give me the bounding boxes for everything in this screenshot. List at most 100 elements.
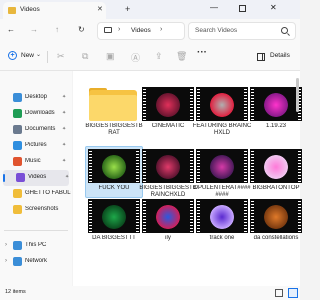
rename-icon[interactable]: Ⓐ	[131, 51, 140, 64]
details-pane-icon	[257, 53, 265, 61]
video-file-item[interactable]: BIGBRATONTOP	[249, 145, 303, 201]
tab-videos[interactable]: Videos ✕	[3, 2, 106, 19]
address-bar[interactable]: › Videos ›	[97, 22, 185, 40]
video-file-item[interactable]: BIGGESTBIGGESTBRAINCHXLD	[139, 145, 197, 201]
video-file-item[interactable]: FEATURING BRAINCHXLD	[192, 83, 252, 139]
breadcrumb-videos[interactable]: Videos	[131, 27, 151, 34]
pin-icon: ✦	[62, 126, 67, 132]
network-icon	[13, 257, 22, 266]
file-name: FEATURING BRAINCHXLD	[192, 123, 252, 136]
sidebar-item-videos[interactable]: Videos ✦	[3, 170, 69, 186]
breadcrumb-separator[interactable]: ›	[160, 26, 162, 33]
details-button[interactable]: Details	[253, 49, 298, 65]
new-tab-button[interactable]: +	[125, 4, 130, 14]
new-button[interactable]: + New ⌄	[3, 49, 47, 65]
maximize-button[interactable]	[239, 5, 246, 12]
thumbnail-figure	[264, 205, 288, 229]
sidebar-divider	[4, 230, 68, 231]
sidebar-item-ghetto-fabulo[interactable]: GHETTO FABULO	[0, 186, 72, 202]
back-button[interactable]: ←	[7, 25, 15, 34]
navigation-pane: Desktop ✦ Downloads ✦ Documents ✦ Pictures ✦ Mus…	[0, 71, 72, 286]
vertical-scrollbar[interactable]	[296, 78, 299, 112]
music-icon	[13, 157, 22, 166]
video-file-item[interactable]: da constellations	[249, 195, 303, 251]
thumbnail-figure	[156, 93, 180, 117]
sidebar-item-documents[interactable]: Documents ✦	[0, 122, 72, 138]
video-file-item[interactable]: DA BIGGESTTT	[87, 195, 141, 251]
computer-icon	[104, 27, 112, 33]
chevron-right-icon[interactable]: ›	[5, 242, 7, 248]
thumbnail-figure	[264, 155, 288, 179]
file-name: DA BIGGESTTT	[92, 235, 136, 241]
search-input[interactable]: Search Videos	[188, 22, 296, 40]
video-file-item[interactable]: CINEMATIC	[141, 83, 195, 139]
thumbnail-figure	[210, 93, 234, 117]
thumbnail-figure	[156, 205, 180, 229]
sidebar-item-network[interactable]: › Network	[0, 254, 72, 270]
folder-icon	[13, 205, 22, 214]
thumbnail-figure	[210, 155, 234, 179]
file-name: CINEMATIC	[151, 123, 185, 129]
toolbar-divider	[47, 51, 48, 63]
sidebar-item-desktop[interactable]: Desktop ✦	[0, 90, 72, 106]
file-name: ily	[165, 235, 171, 241]
file-name: da constellations	[253, 235, 299, 241]
copy-icon[interactable]: ⧉	[82, 51, 88, 62]
sidebar-item-label: Screenshots	[25, 206, 59, 212]
video-file-item[interactable]: ily	[141, 195, 195, 251]
sidebar-item-label: This PC	[25, 242, 47, 248]
more-options-button[interactable]: ···	[197, 47, 207, 58]
sidebar-item-label: Videos	[28, 174, 47, 180]
new-label: New	[21, 52, 35, 59]
search-icon	[281, 27, 288, 34]
video-file-item[interactable]: 1.19.23	[249, 83, 303, 139]
folder-icon	[89, 95, 137, 121]
sidebar-item-label: Downloads	[25, 110, 55, 116]
video-thumbnail	[88, 199, 140, 233]
thumbnail-figure	[264, 93, 288, 117]
tab-close-icon[interactable]: ✕	[97, 5, 103, 13]
cut-icon[interactable]: ✂	[57, 51, 65, 62]
video-thumbnail	[196, 149, 248, 183]
delete-icon[interactable]: 🗑	[176, 51, 187, 62]
file-name: FUCK YOU	[98, 185, 130, 191]
sidebar-item-this-pc[interactable]: › This PC	[0, 238, 72, 254]
large-icons-view-button[interactable]	[288, 288, 298, 298]
video-file-item[interactable]: track one	[195, 195, 249, 251]
refresh-button[interactable]: ↻	[78, 25, 85, 34]
chevron-right-icon[interactable]: ›	[5, 258, 7, 264]
status-bar: 12 items	[0, 286, 300, 300]
pin-icon: ✦	[62, 110, 67, 116]
forward-button[interactable]: →	[30, 25, 38, 34]
sidebar-item-label: GHETTO FABULO	[25, 190, 71, 196]
thumbnail-figure	[156, 155, 180, 179]
thumbnail-figure	[102, 155, 126, 179]
file-name: track one	[209, 235, 235, 241]
close-window-button[interactable]: ✕	[270, 3, 277, 12]
downloads-icon	[13, 109, 22, 118]
sidebar-item-pictures[interactable]: Pictures ✦	[0, 138, 72, 154]
minimize-button[interactable]: —	[210, 3, 218, 12]
video-thumbnail	[250, 199, 302, 233]
videos-icon	[16, 173, 25, 182]
desktop-icon	[13, 93, 22, 102]
breadcrumb-separator[interactable]: ›	[118, 26, 120, 33]
paste-icon[interactable]: ▣	[106, 51, 115, 62]
pin-icon: ✦	[62, 158, 67, 164]
sidebar-item-label: Documents	[25, 126, 56, 132]
pin-icon: ✦	[65, 174, 70, 180]
sidebar-item-downloads[interactable]: Downloads ✦	[0, 106, 72, 122]
video-thumbnail	[142, 199, 194, 233]
folder-item[interactable]: BIGGESTBIGGESTBRAT	[85, 83, 143, 139]
up-button[interactable]: ↑	[55, 25, 59, 34]
sidebar-item-screenshots[interactable]: Screenshots	[0, 202, 72, 218]
sidebar-item-music[interactable]: Music ✦	[0, 154, 72, 170]
details-view-button[interactable]	[275, 289, 283, 297]
video-thumbnail	[196, 199, 248, 233]
video-file-item[interactable]: FUCK YOU	[85, 145, 143, 201]
video-thumbnail	[142, 149, 194, 183]
tab-label: Videos	[20, 6, 40, 13]
share-icon[interactable]: ⇪	[155, 51, 163, 62]
address-row: ← → ↑ ↻ › Videos › Search Videos	[0, 19, 300, 43]
video-file-item[interactable]: OPULENTERAT########	[193, 145, 251, 201]
